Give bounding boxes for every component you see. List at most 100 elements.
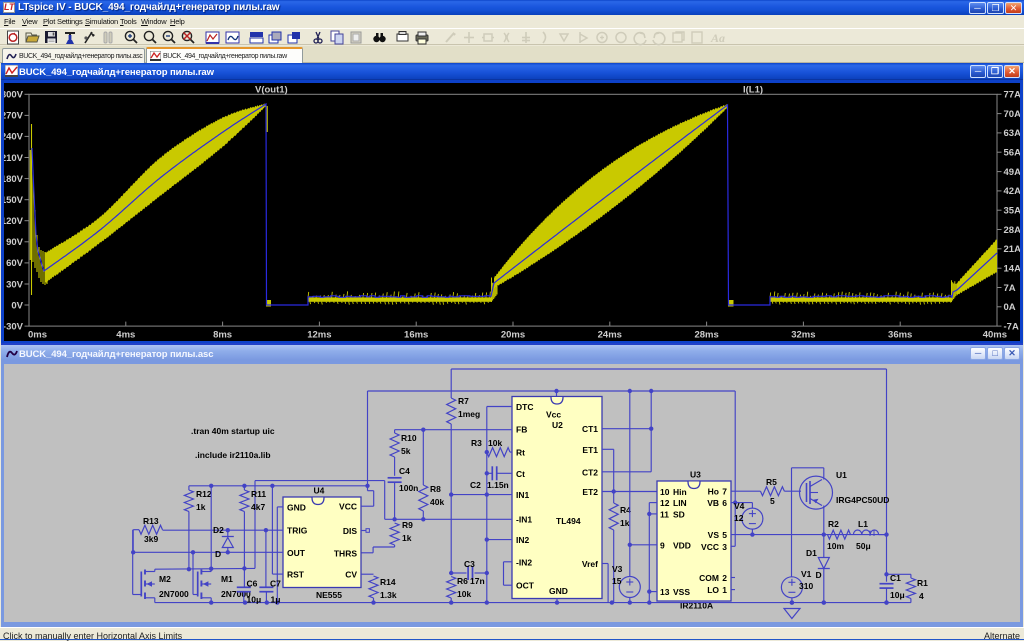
svg-text:Aa: Aa [710, 31, 725, 45]
svg-text:D: D [816, 570, 822, 580]
svg-text:R11: R11 [251, 489, 266, 499]
svg-text:IN2: IN2 [516, 535, 530, 545]
svg-text:12: 12 [734, 513, 744, 523]
svg-text:310: 310 [799, 581, 813, 591]
svg-text:SD: SD [673, 509, 685, 519]
svg-text:1.3k: 1.3k [380, 590, 397, 600]
svg-text:56A: 56A [1004, 148, 1021, 159]
svg-text:24ms: 24ms [598, 330, 622, 341]
svg-text:VB: VB [707, 498, 719, 508]
svg-text:.include ir2110a.lib: .include ir2110a.lib [195, 450, 271, 460]
svg-text:0A: 0A [1004, 302, 1016, 313]
svg-text:0ms: 0ms [28, 330, 47, 341]
svg-text:0V: 0V [11, 300, 23, 311]
svg-text:ET2: ET2 [582, 487, 598, 497]
svg-text:U4: U4 [314, 486, 325, 496]
svg-text:V4: V4 [734, 501, 745, 511]
svg-text:Vref: Vref [582, 559, 598, 569]
svg-text:LO: LO [707, 585, 719, 595]
svg-text:10μ: 10μ [247, 594, 262, 604]
svg-text:90V: 90V [6, 237, 24, 248]
svg-text:DIS: DIS [343, 526, 358, 536]
svg-text:COM: COM [699, 573, 719, 583]
svg-text:20ms: 20ms [501, 330, 525, 341]
svg-text:VDD: VDD [673, 540, 691, 550]
svg-text:OUT: OUT [287, 548, 306, 558]
svg-text:.tran 40m startup uic: .tran 40m startup uic [191, 426, 275, 436]
svg-text:C2: C2 [470, 480, 481, 490]
svg-text:17n: 17n [470, 576, 485, 586]
svg-text:1.15n: 1.15n [487, 480, 509, 490]
svg-text:THRS: THRS [334, 548, 357, 558]
svg-text:10: 10 [660, 487, 670, 497]
svg-text:210V: 210V [4, 153, 24, 164]
svg-text:28ms: 28ms [694, 330, 718, 341]
svg-text:Hin: Hin [673, 487, 687, 497]
svg-text:V1: V1 [801, 569, 812, 579]
svg-text:13: 13 [660, 587, 670, 597]
svg-text:VSS: VSS [673, 587, 690, 597]
svg-text:15: 15 [612, 576, 622, 586]
svg-text:R9: R9 [402, 520, 413, 530]
svg-text:D1: D1 [806, 548, 817, 558]
svg-text:IR2110A: IR2110A [680, 601, 713, 611]
svg-text:100n: 100n [399, 483, 418, 493]
svg-text:12: 12 [660, 498, 670, 508]
svg-text:30V: 30V [6, 279, 24, 290]
svg-text:1meg: 1meg [458, 409, 480, 419]
svg-text:VCC: VCC [701, 542, 719, 552]
svg-text:300V: 300V [4, 90, 24, 101]
svg-text:-30V: -30V [4, 321, 24, 332]
svg-text:-IN1: -IN1 [516, 515, 532, 525]
svg-text:7A: 7A [1004, 283, 1016, 294]
svg-text:4k7: 4k7 [251, 502, 265, 512]
svg-text:35A: 35A [1004, 206, 1021, 217]
svg-text:14A: 14A [1004, 264, 1021, 275]
svg-text:GND: GND [287, 502, 306, 512]
svg-text:ET1: ET1 [582, 445, 598, 455]
svg-text:VS: VS [708, 530, 720, 540]
svg-text:FB: FB [516, 424, 527, 434]
svg-text:L1: L1 [858, 519, 868, 529]
svg-text:V(out1): V(out1) [255, 85, 288, 96]
svg-text:DTC: DTC [516, 402, 533, 412]
svg-text:NE555: NE555 [316, 590, 342, 600]
svg-text:4ms: 4ms [116, 330, 135, 341]
svg-text:R10: R10 [401, 433, 417, 443]
svg-text:M2: M2 [159, 574, 171, 584]
svg-text:60V: 60V [6, 258, 24, 269]
svg-text:C6: C6 [247, 579, 258, 589]
svg-text:120V: 120V [4, 216, 24, 227]
svg-text:R2: R2 [828, 519, 839, 529]
svg-text:C3: C3 [464, 559, 475, 569]
svg-text:R14: R14 [380, 577, 396, 587]
svg-text:C7: C7 [270, 579, 281, 589]
svg-text:32ms: 32ms [791, 330, 815, 341]
svg-text:1: 1 [722, 585, 727, 595]
svg-text:D2: D2 [213, 525, 224, 535]
svg-text:40ms: 40ms [983, 330, 1007, 341]
svg-text:VCC: VCC [339, 502, 357, 512]
svg-text:10m: 10m [827, 541, 844, 551]
svg-text:5k: 5k [401, 446, 411, 456]
svg-text:I(L1): I(L1) [743, 85, 763, 96]
svg-text:LIN: LIN [673, 498, 687, 508]
svg-text:70A: 70A [1004, 109, 1021, 120]
svg-text:CT1: CT1 [582, 424, 598, 434]
svg-text:5: 5 [770, 496, 775, 506]
svg-text:TL494: TL494 [556, 516, 581, 526]
svg-text:-IN2: -IN2 [516, 557, 532, 567]
svg-text:5: 5 [722, 530, 727, 540]
svg-text:42A: 42A [1004, 186, 1021, 197]
svg-text:21A: 21A [1004, 244, 1021, 255]
svg-text:3k9: 3k9 [144, 534, 158, 544]
svg-text:R6: R6 [457, 576, 468, 586]
svg-text:1μ: 1μ [271, 594, 281, 604]
svg-text:V3: V3 [612, 564, 623, 574]
svg-text:11: 11 [660, 509, 669, 519]
svg-text:10k: 10k [488, 438, 502, 448]
svg-text:16ms: 16ms [404, 330, 428, 341]
svg-text:49A: 49A [1004, 167, 1021, 178]
svg-text:Vcc: Vcc [546, 410, 561, 420]
svg-text:C4: C4 [399, 466, 410, 476]
